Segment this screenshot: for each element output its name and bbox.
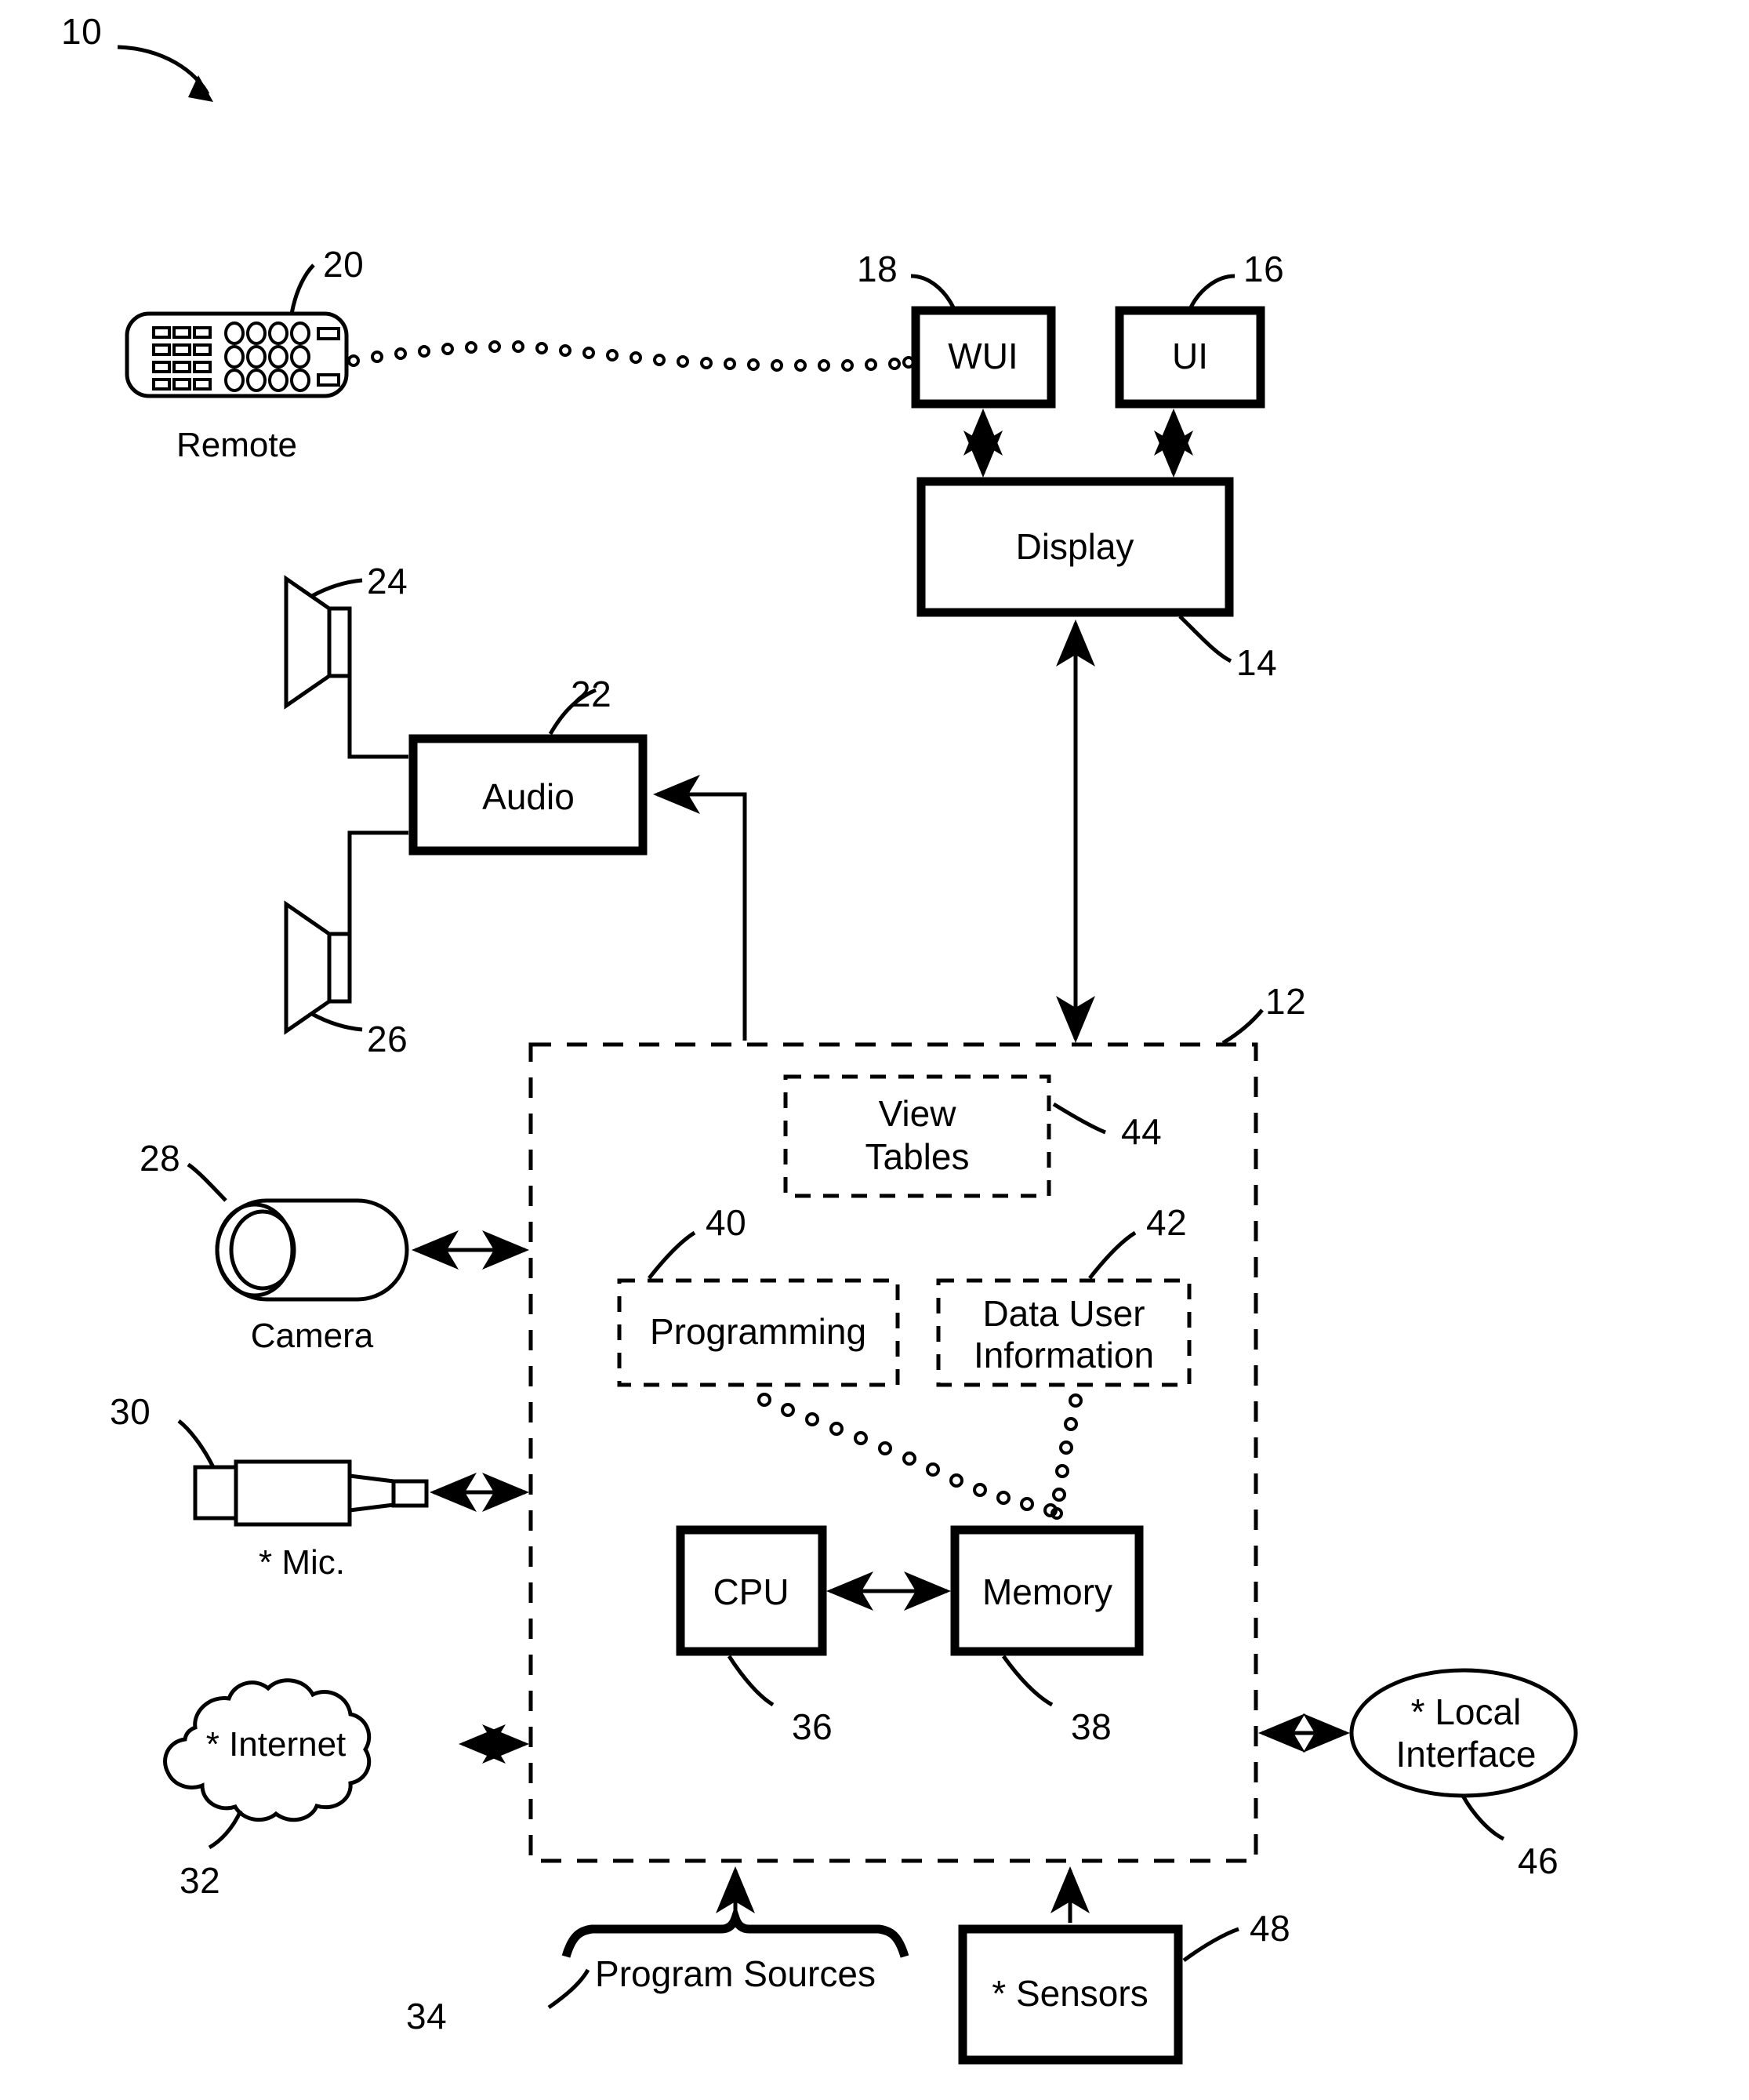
reference-28: 28 bbox=[140, 1138, 181, 1179]
memory-box[interactable] bbox=[950, 1525, 1144, 1707]
programming-label: Programming bbox=[649, 1311, 867, 1352]
reference-30: 30 bbox=[110, 1391, 151, 1432]
internet-cloud-icon bbox=[163, 1678, 372, 1850]
reference-48: 48 bbox=[1250, 1908, 1291, 1949]
reference-14: 14 bbox=[1236, 642, 1278, 683]
remote-caption: Remote bbox=[176, 426, 298, 464]
data-user-memory-dots bbox=[1050, 1393, 1083, 1520]
sensors-label: * Sensors bbox=[992, 1973, 1148, 2014]
programming-box bbox=[617, 1230, 900, 1387]
reference-10: 10 bbox=[61, 11, 103, 52]
reference-22: 22 bbox=[571, 674, 612, 714]
diagram-svg bbox=[117, 45, 1578, 2065]
speaker-top-wire bbox=[347, 642, 408, 759]
speaker-bottom-wire bbox=[347, 830, 408, 968]
view-tables-line2: Tables bbox=[865, 1136, 970, 1177]
camera-caption: Camera bbox=[250, 1317, 374, 1355]
audio-controller-connector bbox=[653, 775, 747, 1041]
display-label: Display bbox=[1015, 526, 1134, 567]
reference-40: 40 bbox=[706, 1202, 747, 1243]
local-interface-line2: Interface bbox=[1395, 1734, 1537, 1775]
program-sources-label: Program Sources bbox=[595, 1953, 876, 1994]
data-user-line1: Data User bbox=[982, 1293, 1145, 1334]
figure-canvas: 10 20 Remote 18 WUI 16 UI Display 14 24 … bbox=[0, 0, 1749, 2100]
reference-24: 24 bbox=[367, 561, 408, 601]
data-user-line2: Information bbox=[973, 1335, 1155, 1375]
mic-caption: * Mic. bbox=[259, 1543, 345, 1582]
cpu-box[interactable] bbox=[676, 1525, 827, 1707]
reference-18: 18 bbox=[857, 249, 898, 289]
figure-lead-arrow bbox=[117, 45, 213, 102]
remote-control-icon bbox=[125, 263, 349, 398]
reference-44: 44 bbox=[1121, 1111, 1163, 1152]
audio-label: Audio bbox=[482, 776, 575, 817]
cpu-label: CPU bbox=[713, 1571, 789, 1612]
memory-label: Memory bbox=[982, 1571, 1113, 1612]
reference-36: 36 bbox=[792, 1706, 833, 1747]
programming-memory-dots bbox=[757, 1393, 1058, 1517]
local-interface-line1: * Local bbox=[1410, 1691, 1522, 1732]
view-tables-line1: View bbox=[878, 1093, 956, 1134]
internet-label: * Internet bbox=[205, 1725, 347, 1764]
reference-20: 20 bbox=[323, 244, 365, 285]
ui-label: UI bbox=[1172, 336, 1208, 376]
reference-38: 38 bbox=[1071, 1706, 1112, 1747]
reference-46: 46 bbox=[1518, 1840, 1559, 1881]
reference-12: 12 bbox=[1265, 981, 1307, 1022]
wireless-link-dots bbox=[347, 340, 915, 372]
reference-26: 26 bbox=[367, 1019, 408, 1059]
reference-34: 34 bbox=[406, 1996, 448, 2036]
reference-42: 42 bbox=[1146, 1202, 1188, 1243]
wui-label: WUI bbox=[948, 336, 1018, 376]
reference-16: 16 bbox=[1243, 249, 1285, 289]
reference-32: 32 bbox=[180, 1860, 221, 1901]
microphone-icon bbox=[177, 1419, 429, 1527]
camera-icon bbox=[187, 1162, 409, 1302]
